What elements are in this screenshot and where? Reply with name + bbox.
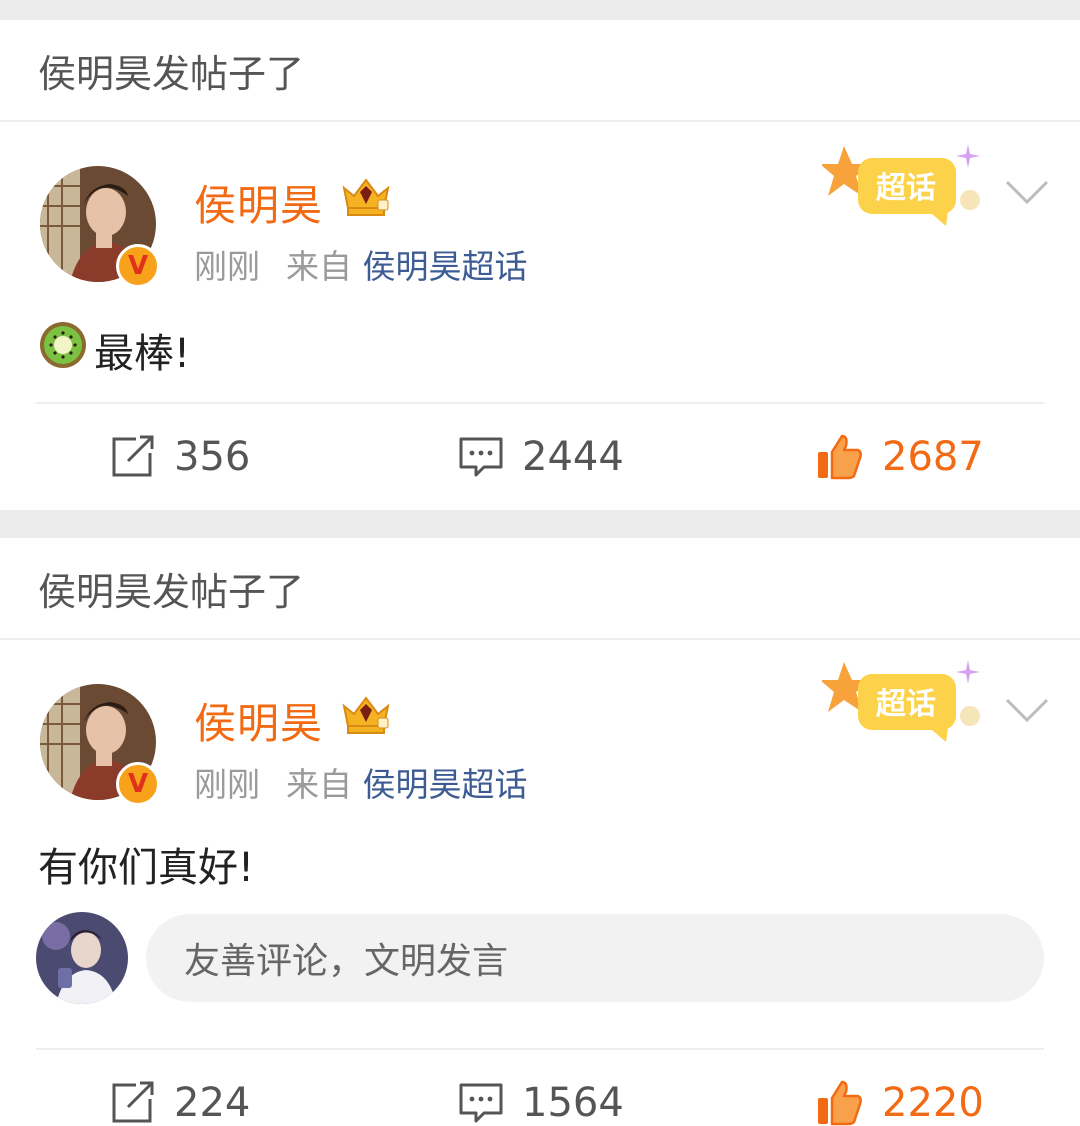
from-prefix: 来自 [286, 765, 352, 804]
comment-button[interactable]: 1564 [458, 1050, 624, 1126]
comment-button[interactable]: 2444 [458, 404, 624, 510]
crown-icon [340, 694, 392, 740]
like-count: 2687 [882, 434, 984, 480]
post-time: 刚刚 [194, 247, 260, 286]
post-text: 最棒! [94, 331, 191, 377]
like-button[interactable]: 2220 [816, 1050, 984, 1126]
source-link[interactable]: 侯明昊超话 [363, 765, 528, 804]
comment-composer: 友善评论，文明发言 [0, 912, 1080, 1048]
repost-icon [112, 435, 154, 477]
crown-icon [340, 176, 392, 222]
comment-icon [459, 437, 503, 477]
chaohua-badge[interactable]: 超话 [820, 658, 992, 748]
from-prefix: 来自 [286, 247, 352, 286]
post-text-row: 有你们真好! [0, 816, 1080, 912]
comment-count: 1564 [522, 1080, 624, 1126]
repost-button[interactable]: 224 [110, 1050, 250, 1126]
post-time: 刚刚 [194, 765, 260, 804]
post-text-row: 最棒! [0, 298, 1080, 402]
post-meta: 刚刚 来自 侯明昊超话 [194, 240, 528, 288]
chevron-down-icon[interactable] [1004, 696, 1050, 730]
thumbs-up-icon [818, 434, 862, 480]
top-spacer [0, 0, 1080, 20]
chaohua-label: 超话 [876, 171, 936, 206]
feed-separator [0, 510, 1080, 538]
chaohua-badge[interactable]: 超话 [820, 142, 992, 232]
post-text: 有你们真好! [38, 845, 255, 891]
kiwi-emoji-icon [38, 320, 88, 380]
post-section-header: 侯明昊发帖子了 [0, 538, 1080, 640]
repost-count: 356 [174, 434, 251, 480]
post-meta: 刚刚 来自 侯明昊超话 [194, 758, 528, 806]
verified-badge: V [116, 244, 160, 288]
verified-badge: V [116, 762, 160, 806]
repost-count: 224 [174, 1080, 251, 1126]
thumbs-up-icon [818, 1080, 862, 1126]
post-section-header: 侯明昊发帖子了 [0, 20, 1080, 122]
username[interactable]: 侯明昊 [194, 690, 323, 751]
repost-icon [112, 1081, 154, 1123]
repost-button[interactable]: 356 [110, 404, 250, 510]
like-button[interactable]: 2687 [816, 404, 984, 510]
comment-icon [459, 1083, 503, 1123]
comment-count: 2444 [522, 434, 624, 480]
action-bar: 224 1564 2220 [0, 1050, 1080, 1126]
chaohua-label: 超话 [876, 687, 936, 722]
like-count: 2220 [882, 1080, 984, 1126]
source-link[interactable]: 侯明昊超话 [363, 247, 528, 286]
action-bar: 356 2444 2687 [0, 404, 1080, 510]
my-avatar[interactable] [36, 912, 128, 1004]
chevron-down-icon[interactable] [1004, 178, 1050, 212]
username[interactable]: 侯明昊 [194, 172, 323, 233]
comment-input[interactable]: 友善评论，文明发言 [146, 914, 1044, 1002]
